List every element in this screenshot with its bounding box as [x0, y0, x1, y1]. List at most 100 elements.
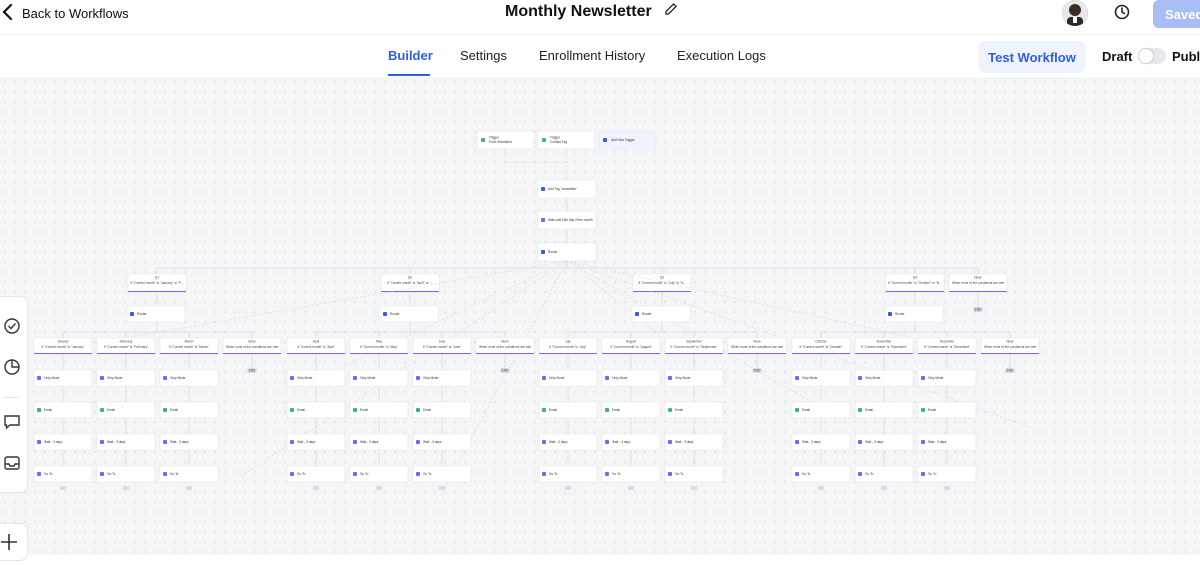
month-step-node[interactable]: Wait - 3 days: [917, 433, 977, 451]
month-step-node[interactable]: Only Mode: [33, 369, 93, 387]
action-node-0[interactable]: Add Tag "newsletter": [537, 179, 597, 199]
inbox-icon[interactable]: [3, 454, 21, 472]
month-node-0[interactable]: JanuaryIf "Current month" is "January": [33, 337, 93, 355]
month-step-node[interactable]: Only Mode: [286, 369, 346, 387]
sub-router-node-0[interactable]: Router: [126, 305, 186, 323]
month-step-node[interactable]: Wait - 3 days: [854, 433, 914, 451]
month-step-node[interactable]: Email: [538, 401, 598, 419]
month-step-node[interactable]: Go To: [96, 465, 156, 483]
month-step-node[interactable]: Wait - 3 days: [538, 433, 598, 451]
month-step-node[interactable]: Wait - 3 days: [412, 433, 472, 451]
none-node[interactable]: NoneWhen none of the conditions are met: [980, 337, 1040, 355]
month-node-11[interactable]: DecemberIf "Current month" is "December": [917, 337, 977, 355]
month-step-node[interactable]: Go To: [917, 465, 977, 483]
month-step-node[interactable]: Go To: [601, 465, 661, 483]
publish-toggle[interactable]: [1138, 48, 1166, 64]
month-step-node[interactable]: Only Mode: [917, 369, 977, 387]
month-step-node[interactable]: Go To: [791, 465, 851, 483]
pencil-icon[interactable]: [664, 2, 678, 21]
month-step-node[interactable]: Go To: [538, 465, 598, 483]
month-step-node[interactable]: Only Mode: [159, 369, 219, 387]
month-step-node[interactable]: Wait - 3 days: [791, 433, 851, 451]
mode-icon: [858, 376, 862, 380]
month-step-node[interactable]: Go To: [349, 465, 409, 483]
month-step-node[interactable]: Email: [349, 401, 409, 419]
none-node[interactable]: NoneWhen none of the conditions are met: [727, 337, 787, 355]
branch-node-2[interactable]: Q3If "Current month" is "July" or "A...: [632, 273, 692, 293]
month-step-node[interactable]: Only Mode: [601, 369, 661, 387]
month-step-node[interactable]: Wait - 3 days: [96, 433, 156, 451]
pie-chart-icon[interactable]: [3, 358, 21, 376]
month-node-4[interactable]: MayIf "Current month" is "May": [349, 337, 409, 355]
month-step-node[interactable]: Go To: [854, 465, 914, 483]
history-icon[interactable]: [1112, 2, 1132, 22]
month-node-10[interactable]: NovemberIf "Current month" is "November": [854, 337, 914, 355]
sub-router-node-3[interactable]: Router: [884, 305, 944, 323]
month-node-6[interactable]: JulyIf "Current month" is "July": [538, 337, 598, 355]
month-step-node[interactable]: Email: [286, 401, 346, 419]
month-step-node[interactable]: Email: [159, 401, 219, 419]
month-step-node[interactable]: Email: [412, 401, 472, 419]
month-step-node[interactable]: Email: [917, 401, 977, 419]
back-to-workflows-link[interactable]: Back to Workflows: [2, 2, 129, 24]
tab-builder[interactable]: Builder: [388, 48, 433, 63]
trigger-node[interactable]: TriggerContact Tag: [537, 130, 596, 150]
comment-icon[interactable]: [3, 413, 21, 431]
month-step-node[interactable]: Only Mode: [412, 369, 472, 387]
month-node-9[interactable]: OctoberIf "Current month" is "October": [791, 337, 851, 355]
sub-router-node-1[interactable]: Router: [379, 305, 439, 323]
wait-icon: [921, 440, 925, 444]
month-node-8[interactable]: SeptemberIf "Current month" is "Septembe…: [664, 337, 724, 355]
month-node-5[interactable]: JuneIf "Current month" is "June": [412, 337, 472, 355]
month-node-7[interactable]: AugustIf "Current month" is "August": [601, 337, 661, 355]
branch-node-4[interactable]: NoneWhen none of the conditions are met: [948, 273, 1008, 293]
user-avatar[interactable]: [1062, 0, 1088, 26]
month-step-node[interactable]: Wait - 3 days: [159, 433, 219, 451]
add-node-button[interactable]: [0, 523, 28, 561]
month-step-node[interactable]: Only Mode: [96, 369, 156, 387]
tab-execution-logs[interactable]: Execution Logs: [677, 48, 766, 63]
check-circle-icon[interactable]: [3, 317, 21, 335]
month-step-node[interactable]: Only Mode: [538, 369, 598, 387]
month-step-node[interactable]: Go To: [286, 465, 346, 483]
month-step-node[interactable]: Wait - 3 days: [33, 433, 93, 451]
branch-node-1[interactable]: Q2If "Current month" is "April" or "...: [380, 273, 440, 293]
trigger-node[interactable]: Add New Trigger: [598, 130, 657, 150]
month-step-node[interactable]: Email: [854, 401, 914, 419]
none-node[interactable]: NoneWhen none of the conditions are met: [222, 337, 282, 355]
trigger-node[interactable]: TriggerForm Submitted: [476, 130, 535, 150]
month-step-node[interactable]: Email: [791, 401, 851, 419]
tab-settings[interactable]: Settings: [460, 48, 507, 63]
branch-node-3[interactable]: Q4If "Current month" is "October" or "N.…: [885, 273, 945, 293]
workflow-canvas[interactable]: Trigger Form Submitted Trigger Contact Tag A…: [0, 77, 1200, 561]
action-node-2[interactable]: Router: [537, 242, 597, 262]
month-step-node[interactable]: Wait - 3 days: [601, 433, 661, 451]
tab-enrollment-history[interactable]: Enrollment History: [539, 48, 645, 63]
month-step-node[interactable]: Email: [33, 401, 93, 419]
month-node-2[interactable]: MarchIf "Current month" is "March": [159, 337, 219, 355]
month-step-node[interactable]: Wait - 3 days: [664, 433, 724, 451]
month-step-node[interactable]: Email: [601, 401, 661, 419]
month-step-node[interactable]: Email: [664, 401, 724, 419]
month-step-node[interactable]: Email: [96, 401, 156, 419]
branch-node-0[interactable]: Q1If "Current month" is "January" or "F.…: [127, 273, 187, 293]
saved-button[interactable]: Saved: [1153, 0, 1200, 28]
none-node[interactable]: NoneWhen none of the conditions are met: [475, 337, 535, 355]
month-step-node[interactable]: Go To: [33, 465, 93, 483]
month-step-node[interactable]: Only Mode: [664, 369, 724, 387]
month-step-node[interactable]: Only Mode: [854, 369, 914, 387]
connector-line: [566, 260, 911, 338]
month-step-node[interactable]: Go To: [412, 465, 472, 483]
month-step-node[interactable]: Wait - 3 days: [286, 433, 346, 451]
month-step-node[interactable]: Wait - 3 days: [349, 433, 409, 451]
month-node-1[interactable]: FebruaryIf "Current month" is "February": [96, 337, 156, 355]
month-step-node[interactable]: Go To: [664, 465, 724, 483]
month-step-node[interactable]: Only Mode: [349, 369, 409, 387]
month-step-node[interactable]: Go To: [159, 465, 219, 483]
link-icon: [881, 486, 887, 490]
month-step-node[interactable]: Only Mode: [791, 369, 851, 387]
sub-router-node-2[interactable]: Router: [631, 305, 691, 323]
month-node-3[interactable]: AprilIf "Current month" is "April": [286, 337, 346, 355]
action-node-1[interactable]: Wait until 15th day of the month: [537, 210, 597, 230]
test-workflow-button[interactable]: Test Workflow: [979, 41, 1085, 73]
